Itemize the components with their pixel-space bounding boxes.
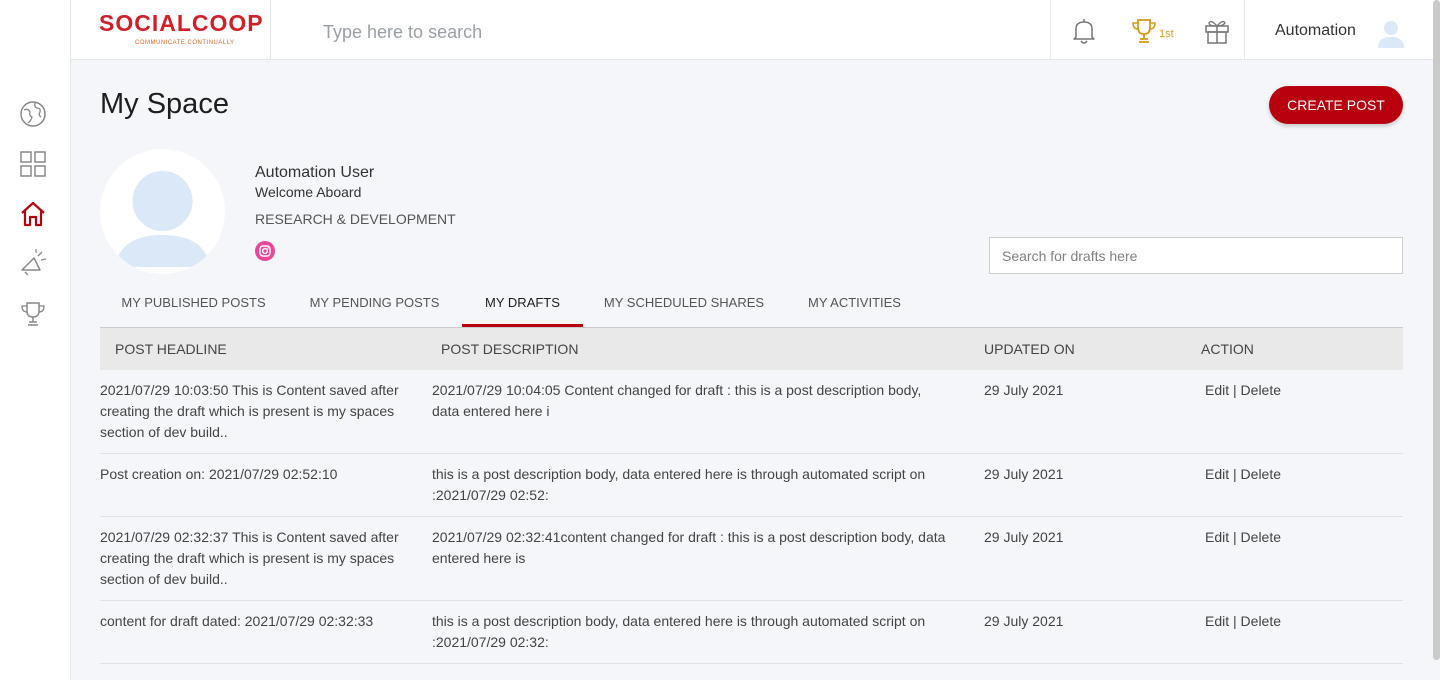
global-search-input[interactable]: Type here to search — [323, 22, 482, 43]
profile-avatar — [100, 149, 225, 274]
edit-link[interactable]: Edit — [1205, 529, 1229, 545]
table-header: POST HEADLINE POST DESCRIPTION UPDATED O… — [100, 328, 1403, 370]
post-headline: 2021/07/29 10:03:50 This is Content save… — [100, 382, 399, 440]
post-headline: 2021/07/29 02:32:37 This is Content save… — [100, 529, 399, 587]
brand-tagline: COMMUNICATE CONTINUALLY — [135, 40, 235, 46]
header-divider — [1244, 0, 1245, 60]
delete-link[interactable]: Delete — [1241, 613, 1281, 629]
edit-link[interactable]: Edit — [1205, 466, 1229, 482]
tab-my-activities[interactable]: MY ACTIVITIES — [785, 280, 924, 327]
drafts-search-input[interactable] — [989, 237, 1403, 274]
trophy-rank-icon[interactable] — [1131, 17, 1157, 50]
column-header-action: ACTION — [1201, 341, 1254, 357]
globe-icon[interactable] — [17, 98, 49, 130]
post-headline: content for draft dated: 2021/07/29 02:3… — [100, 613, 374, 629]
action-separator: | — [1233, 466, 1237, 482]
brand-logo[interactable]: SOCIALCOOP COMMUNICATE CONTINUALLY — [71, 0, 271, 60]
tab-my-published-posts[interactable]: MY PUBLISHED POSTS — [100, 280, 287, 327]
column-header-headline: POST HEADLINE — [115, 341, 227, 357]
left-rail — [0, 0, 71, 680]
page-scrollbar[interactable] — [1433, 0, 1440, 660]
post-headline: Post creation on: 2021/07/29 02:52:10 — [100, 466, 338, 482]
updated-date: 29 July 2021 — [984, 529, 1064, 545]
edit-link[interactable]: Edit — [1205, 613, 1229, 629]
tab-my-drafts[interactable]: MY DRAFTS — [462, 280, 583, 327]
rank-label: 1st — [1159, 28, 1174, 40]
table-row: 2021/07/29 02:32:37 This is Content save… — [100, 517, 1403, 601]
header-avatar[interactable] — [1377, 18, 1405, 53]
post-description: 2021/07/29 02:32:41content changed for d… — [432, 529, 946, 566]
action-separator: | — [1233, 382, 1237, 398]
delete-link[interactable]: Delete — [1241, 466, 1281, 482]
delete-link[interactable]: Delete — [1241, 382, 1281, 398]
post-description: this is a post description body, data en… — [432, 466, 926, 503]
tab-my-pending-posts[interactable]: MY PENDING POSTS — [287, 280, 462, 327]
grid-icon[interactable] — [17, 148, 49, 180]
table-row: content for draft dated: 2021/07/29 02:3… — [100, 601, 1403, 664]
row-actions: Edit | Delete — [1205, 611, 1355, 632]
bell-icon[interactable] — [1071, 17, 1097, 50]
trophy-icon[interactable] — [17, 298, 49, 330]
tab-my-scheduled-shares[interactable]: MY SCHEDULED SHARES — [583, 280, 785, 327]
column-header-description: POST DESCRIPTION — [441, 341, 579, 357]
delete-link[interactable]: Delete — [1241, 529, 1281, 545]
profile-welcome: Welcome Aboard — [255, 184, 362, 200]
megaphone-icon[interactable] — [17, 247, 49, 279]
action-separator: | — [1233, 613, 1237, 629]
updated-date: 29 July 2021 — [984, 613, 1064, 629]
row-actions: Edit | Delete — [1205, 527, 1355, 548]
post-description: this is a post description body, data en… — [432, 613, 926, 650]
tab-bar: MY PUBLISHED POSTS MY PENDING POSTS MY D… — [100, 280, 1403, 328]
profile-name: Automation User — [255, 164, 375, 181]
profile-department: RESEARCH & DEVELOPMENT — [255, 211, 456, 227]
table-row: 2021/07/29 10:03:50 This is Content save… — [100, 370, 1403, 454]
instagram-icon[interactable] — [255, 241, 275, 266]
brand-name: SOCIALCOOP — [99, 10, 264, 36]
edit-link[interactable]: Edit — [1205, 382, 1229, 398]
column-header-updated: UPDATED ON — [984, 341, 1075, 357]
create-post-button[interactable]: CREATE POST — [1269, 86, 1403, 124]
updated-date: 29 July 2021 — [984, 382, 1064, 398]
table-row: Post creation on: 2021/07/29 02:52:10 th… — [100, 454, 1403, 517]
top-header: SOCIALCOOP COMMUNICATE CONTINUALLY Type … — [71, 0, 1440, 60]
updated-date: 29 July 2021 — [984, 466, 1064, 482]
home-icon[interactable] — [17, 198, 49, 230]
post-description: 2021/07/29 10:04:05 Content changed for … — [432, 382, 922, 419]
header-divider — [1050, 0, 1051, 60]
row-actions: Edit | Delete — [1205, 380, 1355, 401]
header-user-name[interactable]: Automation — [1275, 22, 1356, 40]
row-actions: Edit | Delete — [1205, 464, 1355, 485]
page-title: My Space — [100, 88, 229, 120]
action-separator: | — [1233, 529, 1237, 545]
gift-icon[interactable] — [1203, 17, 1231, 50]
